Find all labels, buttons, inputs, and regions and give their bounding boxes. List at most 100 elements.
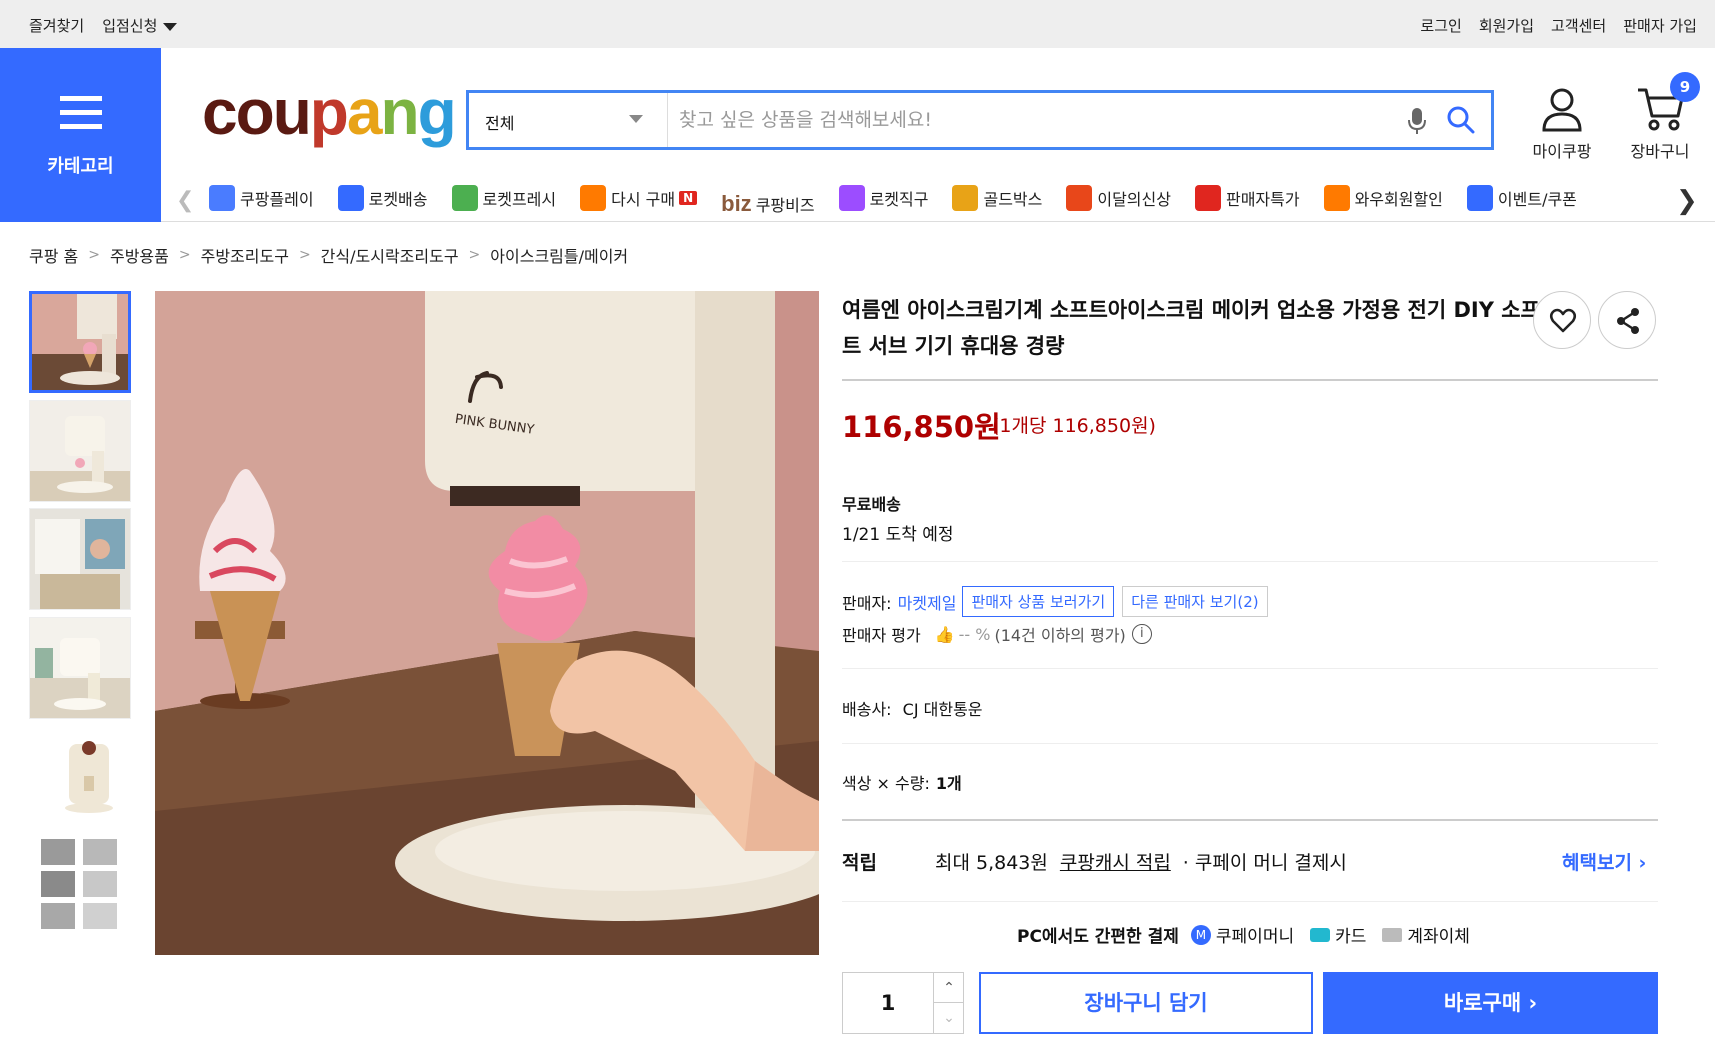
share-icon (1617, 308, 1639, 334)
microphone-icon[interactable] (1407, 106, 1427, 136)
biz-icon: biz (721, 191, 752, 216)
chevron-down-icon (629, 115, 643, 123)
reward-note: · 쿠페이 머니 결제시 (1182, 852, 1347, 874)
chevron-right-icon: > (88, 247, 100, 263)
divider (842, 668, 1658, 669)
nav-item-label: 쿠팡비즈 (755, 196, 815, 215)
nav-item-label: 쿠팡플레이 (240, 190, 314, 209)
user-icon (1542, 88, 1582, 132)
nav-item[interactable]: 로켓배송 (337, 178, 428, 218)
thumbnail-3[interactable] (29, 508, 131, 610)
new-icon (1066, 185, 1093, 211)
nav-next-arrow-icon[interactable]: ❯ (1676, 186, 1698, 216)
nav-item-label: 다시 구매 (611, 190, 676, 209)
breadcrumb-item[interactable]: 주방용품 (110, 243, 169, 267)
seller-apply-menu[interactable]: 입점신청 (102, 15, 178, 36)
nav-item[interactable]: 이달의신상 (1066, 178, 1171, 218)
wishlist-button[interactable] (1533, 291, 1591, 349)
divider (842, 901, 1658, 902)
coupang-cash-link[interactable]: 쿠팡캐시 적립 (1060, 852, 1171, 874)
nav-item[interactable]: 다시 구매 N (580, 178, 698, 218)
search-category-select[interactable]: 전체 (469, 93, 668, 147)
search-bar: 전체 (466, 90, 1494, 150)
nav-item[interactable]: 쿠팡플레이 (209, 178, 314, 218)
nav-item-label: 이달의신상 (1097, 190, 1171, 209)
quantity-stepper: 1 ⌃ ⌄ (842, 972, 964, 1034)
share-button[interactable] (1598, 291, 1656, 349)
pay-method-coupay: M 쿠페이머니 (1190, 922, 1295, 947)
heart-icon (1550, 308, 1576, 333)
seller-name-link[interactable]: 마켓제일 (898, 590, 957, 614)
top-utility-bar: 즐겨찾기 입점신청 로그인 회원가입 고객센터 판매자 가입 (0, 0, 1715, 48)
seller-signup-link[interactable]: 판매자 가입 (1623, 15, 1697, 36)
thumbnail-4[interactable] (29, 617, 131, 719)
play-icon (209, 185, 235, 211)
add-to-cart-button[interactable]: 장바구니 담기 (979, 972, 1313, 1034)
bank-icon (1382, 927, 1403, 942)
thumbnail-6[interactable] (29, 835, 131, 937)
nav-item[interactable]: 판매자특가 (1194, 178, 1300, 218)
nav-item-label: 판매자특가 (1225, 190, 1300, 209)
nav-item-label: 로켓배송 (368, 190, 428, 209)
breadcrumb-item[interactable]: 쿠팡 홈 (29, 243, 78, 267)
seller-rating-label: 판매자 평가 (842, 626, 921, 645)
carrier-name: CJ 대한통운 (902, 700, 983, 719)
pay-method-label: 쿠페이머니 (1215, 927, 1295, 947)
pay-method-label: 계좌이체 (1407, 927, 1470, 947)
unit-price: (1개당 116,850원) (992, 415, 1156, 437)
goldbox-icon (952, 185, 979, 211)
breadcrumb-item[interactable]: 주방조리도구 (201, 243, 289, 267)
divider (842, 561, 1658, 562)
thumbs-up-icon: 👍 (934, 624, 955, 644)
hamburger-icon (60, 96, 102, 130)
caret-down-icon (163, 22, 178, 31)
nav-prev-arrow-icon[interactable]: ❮ (176, 188, 194, 213)
nav-item[interactable]: 로켓프레시 (451, 178, 557, 218)
nav-item-label: 로켓프레시 (482, 190, 557, 209)
my-coupang-button[interactable]: 마이쿠팡 (1522, 86, 1602, 162)
seller-rating-row: 판매자 평가 👍 -- % (14건 이하의 평가) i (842, 622, 1152, 646)
bookmark-link[interactable]: 즐겨찾기 (29, 15, 84, 36)
search-icon[interactable] (1446, 105, 1476, 135)
quantity-increase-icon[interactable]: ⌃ (933, 973, 964, 1003)
thumbnail-1[interactable] (29, 291, 131, 393)
login-link[interactable]: 로그인 (1420, 15, 1461, 36)
pay-method-bank: 계좌이체 (1382, 922, 1470, 947)
nav-item[interactable]: 골드박스 (952, 178, 1042, 218)
pc-payment-row: PC에서도 간편한 결제 M 쿠페이머니 카드 계좌이체 (1017, 922, 1486, 947)
pc-pay-label: PC에서도 간편한 결제 (1017, 927, 1179, 947)
nav-item-label: 와우회원할인 (1354, 190, 1443, 209)
rocket-icon (337, 185, 364, 211)
product-price: 116,850원 (842, 410, 1001, 444)
breadcrumb-item[interactable]: 아이스크림틀/메이커 (490, 243, 628, 267)
search-input[interactable] (679, 103, 1379, 137)
benefit-link[interactable]: 혜택보기 › (1562, 848, 1646, 875)
rocket-fresh-icon (451, 185, 478, 211)
reward-label: 적립 (842, 852, 877, 874)
quantity-decrease-icon[interactable]: ⌄ (933, 1003, 964, 1033)
coupang-logo[interactable]: coupang (202, 80, 457, 144)
category-label: 카테고리 (47, 156, 114, 177)
signup-link[interactable]: 회원가입 (1479, 15, 1534, 36)
nav-item[interactable]: biz 쿠팡비즈 (721, 184, 814, 222)
customer-center-link[interactable]: 고객센터 (1551, 15, 1606, 36)
free-shipping-label: 무료배송 (842, 495, 901, 514)
thumbnail-5[interactable] (29, 726, 131, 828)
coupay-money-icon: M (1190, 924, 1211, 945)
seller-products-button[interactable]: 판매자 상품 보러가기 (962, 586, 1115, 617)
service-nav-strip: ❮ 쿠팡플레이 로켓배송 로켓프레시 다시 구매 N biz 쿠팡비즈 로켓직구 골드박스 이달의… (161, 178, 1715, 222)
nav-item[interactable]: 로켓직구 (838, 178, 928, 218)
nav-item[interactable]: 와우회원할인 (1323, 178, 1443, 218)
breadcrumb-item[interactable]: 간식/도시락조리도구 (321, 243, 459, 267)
thumbnail-2[interactable] (29, 400, 131, 502)
quantity-input[interactable]: 1 (843, 973, 933, 1033)
buy-now-button[interactable]: 바로구매 › (1323, 972, 1658, 1034)
category-menu-button[interactable]: 카테고리 (0, 48, 161, 222)
pay-method-card: 카드 (1310, 922, 1366, 947)
info-icon[interactable]: i (1131, 624, 1152, 644)
seller-label: 판매자: (842, 593, 892, 613)
nav-item[interactable]: 이벤트/쿠폰 (1466, 178, 1577, 218)
wow-icon (1323, 185, 1350, 211)
other-sellers-button[interactable]: 다른 판매자 보기(2) (1122, 586, 1268, 617)
cart-label: 장바구니 (1630, 142, 1690, 161)
